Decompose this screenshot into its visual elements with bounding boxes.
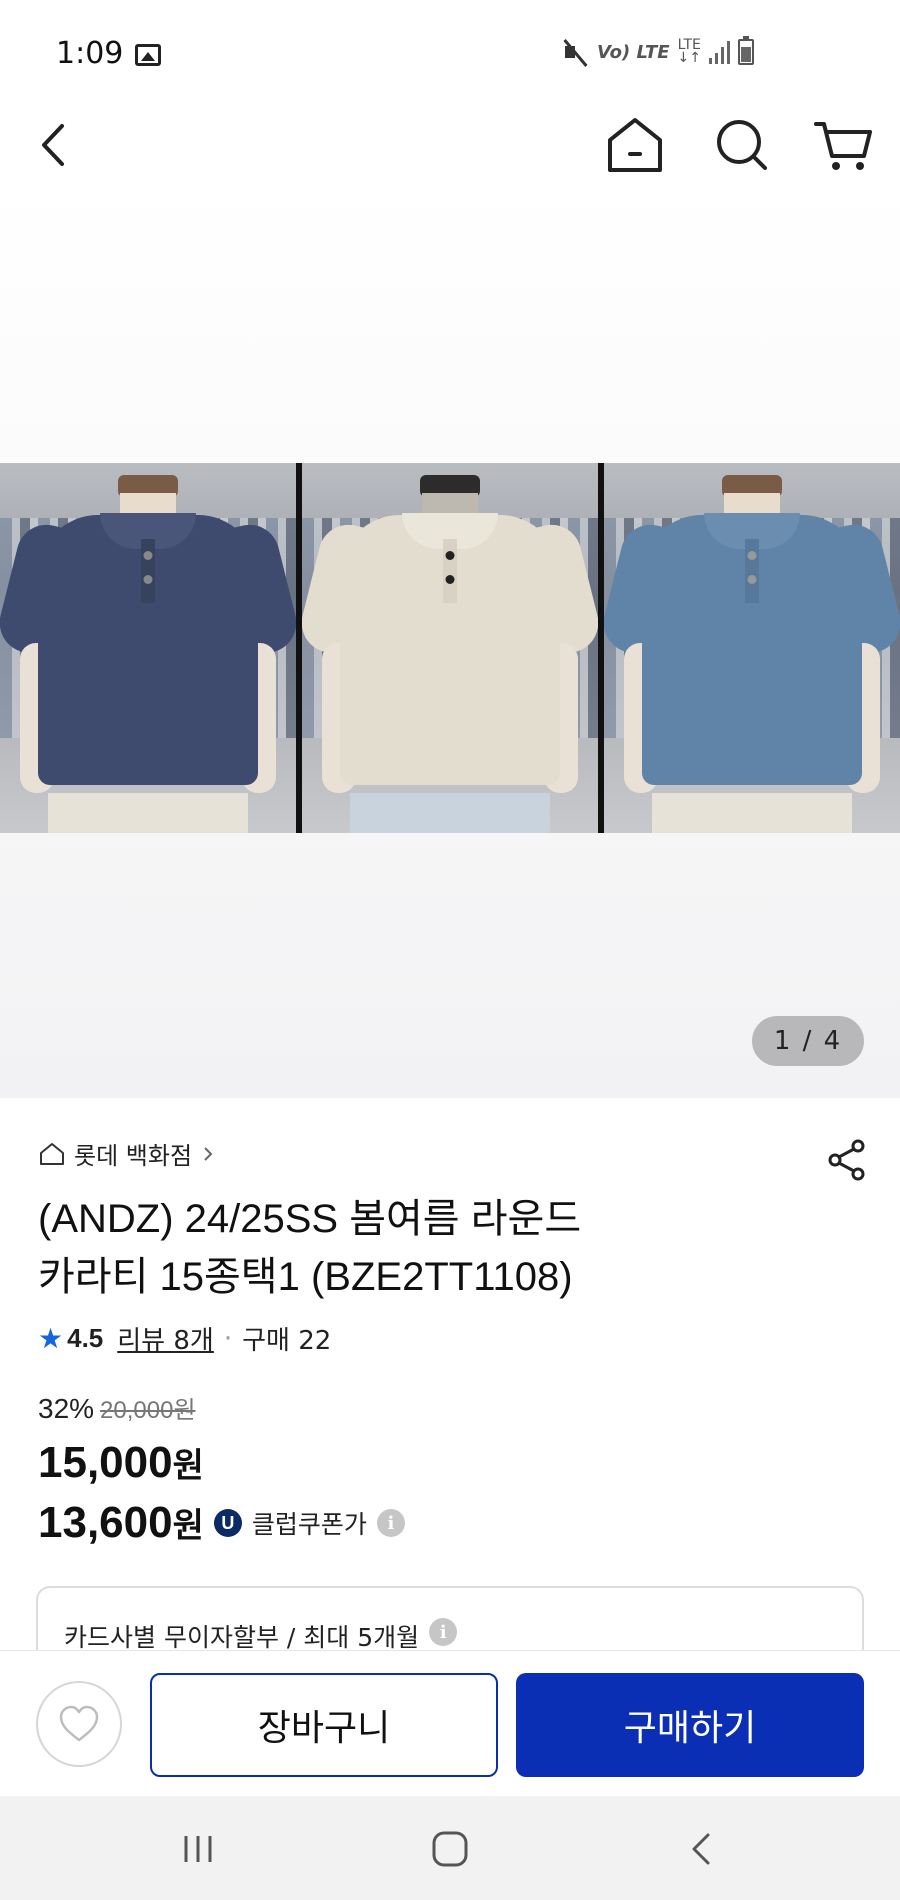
store-link[interactable]: 롯데 백화점 bbox=[38, 1136, 216, 1171]
coupon-info-icon[interactable]: i bbox=[376, 1509, 405, 1537]
system-back-button[interactable] bbox=[672, 1824, 732, 1874]
image-pager-badge: 1 / 4 bbox=[752, 1016, 864, 1066]
rating-row: ★ 4.5 리뷰 8개 · 구매 22 bbox=[38, 1320, 331, 1357]
buy-now-button[interactable]: 구매하기 bbox=[516, 1673, 864, 1777]
add-to-cart-button[interactable]: 장바구니 bbox=[150, 1673, 498, 1777]
lte-label: LTE bbox=[677, 37, 701, 53]
battery-icon bbox=[738, 36, 754, 65]
status-time: 1:09 bbox=[56, 36, 124, 71]
sale-price: 15,000원 bbox=[38, 1438, 204, 1488]
search-icon bbox=[717, 120, 767, 170]
review-link[interactable]: 리뷰 8개 bbox=[117, 1320, 214, 1357]
sale-price-unit: 원 bbox=[172, 1447, 204, 1485]
club-coupon-badge-icon: U bbox=[213, 1509, 242, 1537]
shirt-photo-navy bbox=[0, 463, 296, 833]
gallery-notification-icon bbox=[135, 44, 161, 66]
status-indicators: Vo) LTE LTE ↓↑ bbox=[561, 36, 754, 66]
product-info: 롯데 백화점 (ANDZ) 24/25SS 봄여름 라운드 카라티 15종택1 … bbox=[0, 1098, 900, 1666]
separator-dot: · bbox=[223, 1323, 233, 1354]
installment-info-icon[interactable]: i bbox=[429, 1618, 458, 1646]
share-button[interactable] bbox=[826, 1138, 868, 1182]
coupon-price: 13,600원 bbox=[38, 1498, 204, 1548]
shirt-photo-blue bbox=[604, 463, 900, 833]
coupon-price-unit: 원 bbox=[172, 1507, 204, 1545]
coupon-price-number: 13,600 bbox=[38, 1498, 173, 1547]
product-title-line1: (ANDZ) 24/25SS 봄여름 라운드 bbox=[38, 1197, 582, 1241]
cart-icon bbox=[814, 122, 872, 170]
star-icon: ★ bbox=[38, 1322, 64, 1355]
discount-row: 32% 20,000원 bbox=[38, 1390, 196, 1425]
installment-text: 카드사별 무이자할부 / 최대 5개월 bbox=[64, 1623, 420, 1652]
product-image-carousel[interactable] bbox=[0, 180, 900, 1098]
lte-indicator: LTE ↓↑ bbox=[677, 37, 701, 66]
shirt-photo-cream bbox=[302, 463, 598, 833]
store-home-icon bbox=[40, 1142, 64, 1165]
chevron-left-icon bbox=[42, 124, 64, 166]
recent-apps-icon bbox=[184, 1836, 212, 1862]
system-nav-bar bbox=[0, 1796, 900, 1900]
product-photo bbox=[0, 463, 900, 833]
purchase-count: 구매 22 bbox=[242, 1326, 332, 1356]
discount-rate: 32% bbox=[38, 1393, 95, 1424]
coupon-label: 클럽쿠폰가 bbox=[251, 1511, 367, 1539]
home-button[interactable] bbox=[600, 110, 670, 180]
store-name: 롯데 백화점 bbox=[74, 1142, 193, 1170]
signal-icon bbox=[709, 40, 730, 64]
product-title: (ANDZ) 24/25SS 봄여름 라운드 카라티 15종택1 (BZE2TT… bbox=[38, 1190, 758, 1306]
coupon-price-row: 13,600원 U 클럽쿠폰가 i bbox=[38, 1498, 405, 1548]
home-icon bbox=[608, 118, 662, 172]
chevron-right-icon bbox=[204, 1146, 213, 1161]
share-icon bbox=[828, 1139, 865, 1181]
system-home-icon bbox=[432, 1831, 468, 1867]
heart-icon bbox=[59, 1705, 99, 1742]
mute-icon bbox=[561, 38, 589, 66]
system-home-button[interactable] bbox=[420, 1824, 480, 1874]
cart-button[interactable] bbox=[808, 110, 878, 180]
top-nav bbox=[0, 110, 900, 180]
rating-value: 4.5 bbox=[67, 1323, 104, 1353]
bottom-action-bar: 장바구니 구매하기 bbox=[0, 1650, 900, 1796]
product-title-line2: 카라티 15종택1 (BZE2TT1108) bbox=[38, 1255, 573, 1299]
volte-indicator: Vo) LTE bbox=[596, 41, 670, 63]
original-price: 20,000원 bbox=[100, 1397, 196, 1424]
sale-price-number: 15,000 bbox=[38, 1438, 173, 1487]
system-back-icon bbox=[692, 1833, 710, 1865]
status-bar: 1:09 Vo) LTE LTE ↓↑ bbox=[0, 0, 900, 110]
recent-apps-button[interactable] bbox=[168, 1824, 228, 1874]
back-button[interactable] bbox=[18, 110, 88, 180]
wishlist-button[interactable] bbox=[36, 1681, 122, 1767]
search-button[interactable] bbox=[707, 110, 777, 180]
